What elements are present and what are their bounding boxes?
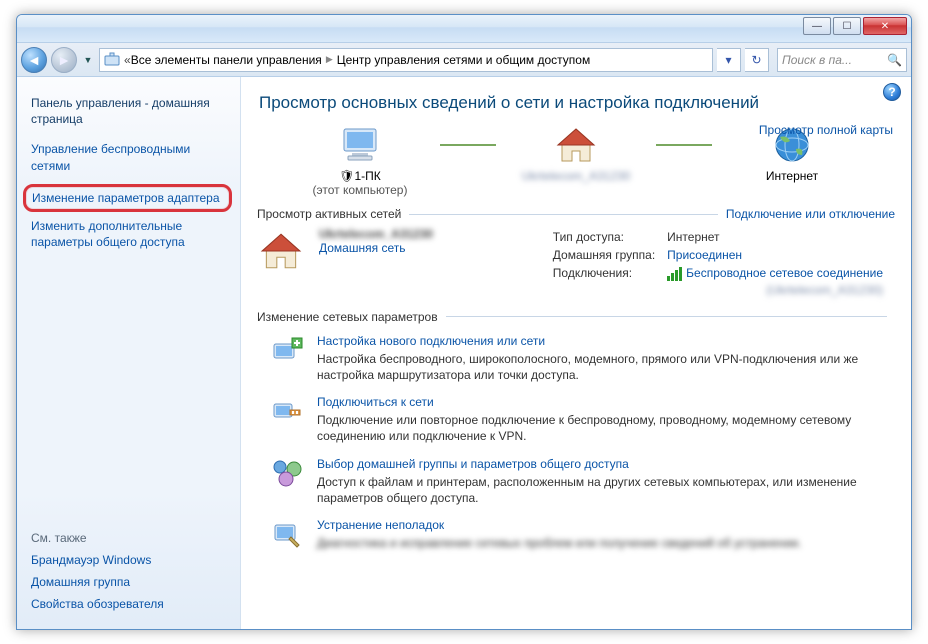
titlebar[interactable]: — ☐ ✕: [17, 15, 911, 43]
address-dropdown-button[interactable]: ▾: [717, 48, 741, 72]
network-map: Просмотр полной карты 🛡1-ПК (этот компью…: [257, 123, 895, 197]
troubleshoot-icon: [271, 518, 305, 552]
connection-link[interactable]: Беспроводное сетевое соединение (Ukrtele…: [667, 265, 893, 298]
sidebar-task-advanced-sharing[interactable]: Изменить дополнительные параметры общего…: [31, 218, 226, 250]
change-network-settings-heading: Изменение сетевых параметров: [257, 310, 438, 324]
minimize-button[interactable]: —: [803, 17, 831, 35]
network-type-link[interactable]: Домашняя сеть: [319, 241, 433, 255]
homegroup-value-link[interactable]: Присоединен: [667, 247, 893, 263]
search-input[interactable]: Поиск в па... 🔍: [777, 48, 907, 72]
nav-history-dropdown[interactable]: ▼: [81, 47, 95, 73]
search-icon: 🔍: [887, 53, 902, 67]
internet-label: Интернет: [712, 169, 872, 183]
view-full-map-link[interactable]: Просмотр полной карты: [759, 123, 893, 137]
task-troubleshoot-desc: Диагностика и исправление сетевых пробле…: [317, 535, 802, 551]
new-connection-icon: [271, 334, 305, 368]
see-also-homegroup[interactable]: Домашняя группа: [31, 575, 226, 589]
home-network-icon: [257, 227, 305, 275]
see-also-heading: См. также: [31, 531, 226, 545]
sidebar-task-adapter-settings[interactable]: Изменение параметров адаптера: [32, 190, 223, 206]
network-name: Ukrtelecom_A31230: [319, 227, 433, 241]
refresh-button[interactable]: ↻: [745, 48, 769, 72]
control-panel-icon: [104, 52, 120, 68]
access-type-value: Интернет: [667, 229, 893, 245]
nav-back-button[interactable]: ◄: [21, 47, 47, 73]
active-networks-heading: Просмотр активных сетей: [257, 207, 401, 221]
house-icon: [496, 123, 656, 167]
task-homegroup-title[interactable]: Выбор домашней группы и параметров общег…: [317, 457, 895, 471]
breadcrumb-root[interactable]: Все элементы панели управления: [131, 53, 322, 67]
router-name: Ukrtelecom_A31230: [496, 169, 656, 183]
sidebar-task-wireless[interactable]: Управление беспроводными сетями: [31, 141, 226, 173]
task-new-connection-desc: Настройка беспроводного, широкополосного…: [317, 351, 895, 383]
chevron-right-icon[interactable]: ▶: [326, 54, 333, 65]
network-properties: Тип доступа:Интернет Домашняя группа:При…: [551, 227, 895, 300]
task-homegroup-sharing[interactable]: Выбор домашней группы и параметров общег…: [271, 457, 895, 506]
access-type-label: Тип доступа:: [553, 229, 665, 245]
main-panel: ? Просмотр основных сведений о сети и на…: [241, 77, 911, 629]
nav-forward-button[interactable]: ►: [51, 47, 77, 73]
control-panel-home-link[interactable]: Панель управления - домашняя страница: [31, 95, 226, 127]
close-button[interactable]: ✕: [863, 17, 907, 35]
annotation-highlight: Изменение параметров адаптера: [23, 184, 232, 212]
address-bar: ◄ ► ▼ « Все элементы панели управления ▶…: [17, 43, 911, 77]
see-also-firewall[interactable]: Брандмауэр Windows: [31, 553, 226, 567]
connect-disconnect-link[interactable]: Подключение или отключение: [726, 207, 895, 221]
task-homegroup-desc: Доступ к файлам и принтерам, расположенн…: [317, 474, 895, 506]
security-shield-icon: 🛡: [339, 169, 354, 183]
pc-sub-label: (этот компьютер): [280, 183, 440, 197]
task-new-connection-title[interactable]: Настройка нового подключения или сети: [317, 334, 895, 348]
page-title: Просмотр основных сведений о сети и наст…: [259, 93, 895, 113]
task-connect-network-title[interactable]: Подключиться к сети: [317, 395, 895, 409]
homegroup-icon: [271, 457, 305, 491]
active-network-block: Ukrtelecom_A31230 Домашняя сеть Тип дост…: [257, 227, 895, 300]
window-frame: — ☐ ✕ ◄ ► ▼ « Все элементы панели управл…: [16, 14, 912, 630]
breadcrumb-current[interactable]: Центр управления сетями и общим доступом: [337, 53, 591, 67]
pc-name: 1-ПК: [354, 169, 380, 183]
see-also-ie-options[interactable]: Свойства обозревателя: [31, 597, 226, 611]
signal-strength-icon: [667, 267, 682, 281]
task-new-connection[interactable]: Настройка нового подключения или сети На…: [271, 334, 895, 383]
search-placeholder: Поиск в па...: [782, 53, 852, 67]
connections-label: Подключения:: [553, 265, 665, 298]
task-troubleshoot[interactable]: Устранение неполадок Диагностика и испра…: [271, 518, 895, 552]
help-icon[interactable]: ?: [883, 83, 901, 101]
task-troubleshoot-title[interactable]: Устранение неполадок: [317, 518, 802, 532]
connection-ssid: (Ukrtelecom_A31230): [667, 283, 883, 297]
computer-icon: [280, 123, 440, 167]
maximize-button[interactable]: ☐: [833, 17, 861, 35]
homegroup-label: Домашняя группа:: [553, 247, 665, 263]
connect-network-icon: [271, 395, 305, 429]
task-connect-network-desc: Подключение или повторное подключение к …: [317, 412, 895, 444]
sidebar: Панель управления - домашняя страница Уп…: [17, 77, 241, 629]
task-connect-network[interactable]: Подключиться к сети Подключение или повт…: [271, 395, 895, 444]
breadcrumb-bar[interactable]: « Все элементы панели управления ▶ Центр…: [99, 48, 713, 72]
